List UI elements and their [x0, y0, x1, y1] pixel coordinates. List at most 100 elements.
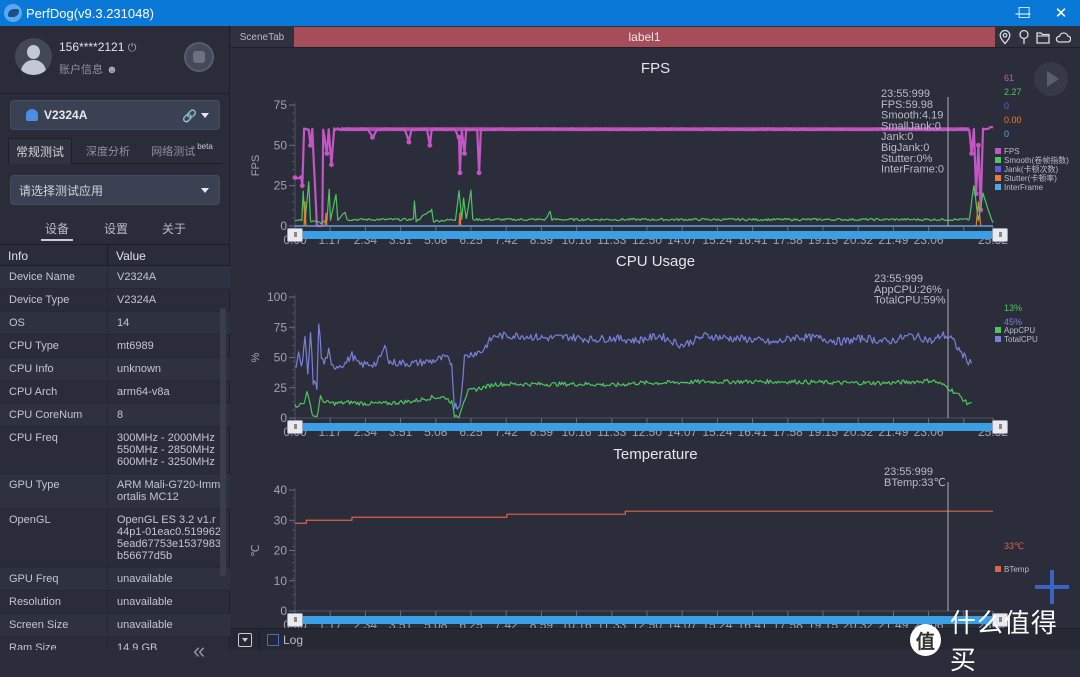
legend-label: FPS [1004, 147, 1020, 156]
legend-label: BTemp [1004, 565, 1029, 574]
table-row[interactable]: CPU Arch arm64-v8a [0, 381, 230, 404]
info-key: CPU Arch [0, 381, 108, 403]
info-value: 14.9 GB [117, 642, 158, 650]
info-value: unavailable [117, 596, 173, 608]
table-row[interactable]: OS 14 [0, 312, 230, 335]
fps-point [427, 142, 433, 148]
legend-label: AppCPU [1004, 326, 1035, 335]
fps-time-scrollbar[interactable] [293, 231, 1006, 239]
info-key: CPU Freq [0, 427, 108, 473]
table-row[interactable]: CPU Type mt6989 [0, 335, 230, 358]
beta-badge: beta [197, 141, 213, 151]
legend-swatch [995, 157, 1001, 163]
range-end-handle[interactable]: III [992, 228, 1008, 242]
cursor-value: InterFrame:0 [881, 164, 944, 176]
table-row[interactable]: GPU Freq unavailable [0, 568, 230, 591]
add-chart-button[interactable] [1035, 570, 1069, 604]
range-end-handle[interactable]: III [992, 420, 1008, 434]
info-key: CPU CoreNum [0, 404, 108, 426]
temperature-chart-panel: Temperature 010203040℃0:001:172:343:515:… [231, 444, 1080, 632]
watermark-text: 什么值得买 [949, 608, 1058, 675]
temperature-chart: 010203040℃0:001:172:343:515:086:257:428:… [250, 466, 1029, 632]
table-header: Info Value [0, 244, 230, 266]
tab-deep-analysis[interactable]: 深度分析 [76, 138, 140, 164]
info-table-scrollbar[interactable] [218, 294, 228, 576]
range-start-handle[interactable]: III [287, 420, 303, 434]
scene-tab-button[interactable]: SceneTab [231, 26, 293, 48]
legend-swatch [995, 166, 1001, 172]
marker-icon[interactable] [1016, 29, 1032, 45]
tab-network-test[interactable]: 网络测试 beta [144, 138, 218, 164]
close-button[interactable]: ✕ [1038, 0, 1080, 26]
info-value: V2324A [117, 294, 157, 306]
scene-label[interactable]: label1 [294, 27, 995, 47]
temp-time-scrollbar[interactable] [293, 616, 1006, 624]
info-value: arm64-v8a [117, 386, 170, 398]
info-value: ARM Mali-G720-Immortalis MC12 [117, 479, 221, 503]
table-row[interactable]: Screen Size unavailable [0, 614, 230, 637]
record-button[interactable] [184, 42, 214, 72]
fps-chart: 0255075FPS0:001:172:343:515:086:257:428:… [250, 73, 1069, 247]
user-settings-icon: ☻ [106, 64, 118, 76]
range-start-handle[interactable]: III [287, 228, 303, 242]
current-value: 2.27 [1004, 87, 1022, 97]
perfdog-logo-icon [4, 4, 22, 22]
folder-icon[interactable] [1035, 29, 1051, 45]
fps-point [456, 134, 462, 140]
tab-regular-test[interactable]: 常规测试 [8, 138, 72, 164]
y-tick-label: 25 [274, 179, 288, 193]
y-tick-label: 50 [274, 351, 288, 365]
app-select-placeholder: 请选择测试应用 [19, 183, 104, 198]
y-tick-label: 25 [274, 381, 288, 395]
cpu-time-scrollbar[interactable] [293, 423, 1006, 431]
tab-device[interactable]: 设备 [40, 220, 74, 241]
info-key: Device Type [0, 289, 108, 311]
range-start-handle[interactable]: III [287, 613, 303, 627]
device-select[interactable]: V2324A 🔗 [10, 100, 220, 130]
scene-bar: SceneTab label1 [231, 26, 1080, 48]
table-row[interactable]: OpenGL OpenGL ES 3.2 v1.r44p1-01eac0.5199… [0, 509, 230, 568]
y-axis-label: % [250, 352, 262, 362]
scrollbar-thumb[interactable] [220, 308, 226, 576]
legend-swatch [995, 184, 1001, 190]
legend-swatch [995, 148, 1001, 154]
expand-panel-button[interactable] [238, 633, 252, 647]
table-row[interactable]: CPU Freq 300MHz - 2000MHz 550MHz - 2850MH… [0, 427, 230, 474]
y-tick-label: 30 [274, 513, 288, 527]
series-line-smooth [294, 181, 994, 225]
minimize-button-2[interactable] [955, 0, 1001, 26]
cloud-icon[interactable] [1055, 29, 1071, 45]
series-line-totalcpu [294, 323, 973, 410]
app-select[interactable]: 请选择测试应用 [10, 175, 220, 205]
fps-point [406, 139, 412, 145]
current-value: 0.00 [1004, 115, 1022, 125]
power-icon[interactable]: ⏻ [128, 42, 137, 54]
table-row[interactable]: Device Type V2324A [0, 289, 230, 312]
avatar[interactable] [15, 38, 52, 75]
collapse-sidebar-button[interactable]: « [193, 638, 205, 664]
log-label: Log [283, 633, 304, 647]
tab-about[interactable]: 关于 [162, 220, 186, 237]
table-row[interactable]: CPU Info unknown [0, 358, 230, 381]
main-area: SceneTab label1 FPS 0255075FPS0:001:172:… [231, 26, 1080, 651]
tab-label: 常规测试 [15, 145, 64, 159]
cpu-chart: 0255075100%0:001:172:343:515:086:257:428… [250, 273, 1038, 439]
table-row[interactable]: Device Name V2324A [0, 266, 230, 289]
tab-settings[interactable]: 设置 [104, 220, 128, 237]
cpu-chart-panel: CPU Usage 0255075100%0:001:172:343:515:0… [231, 251, 1080, 441]
watermark: 值 什么值得买 [910, 603, 1080, 677]
fps-point [976, 142, 981, 148]
y-tick-label: 75 [274, 98, 288, 112]
location-pin-icon[interactable] [997, 29, 1013, 45]
account-user-id: 156****2121 [59, 40, 125, 54]
table-body: Device Name V2324A Device Type V2324A OS 14 CP… [0, 266, 230, 650]
account-info-link[interactable]: 账户信息 ☻ [59, 61, 118, 77]
table-row[interactable]: CPU CoreNum 8 [0, 404, 230, 427]
table-row[interactable]: Resolution unavailable [0, 591, 230, 614]
info-value: unavailable [117, 573, 173, 585]
fps-marker-band [340, 127, 970, 132]
log-checkbox[interactable] [267, 634, 279, 646]
info-key: Device Name [0, 266, 108, 288]
header-info: Info [0, 245, 108, 265]
table-row[interactable]: GPU Type ARM Mali-G720-Immortalis MC12 [0, 474, 230, 509]
